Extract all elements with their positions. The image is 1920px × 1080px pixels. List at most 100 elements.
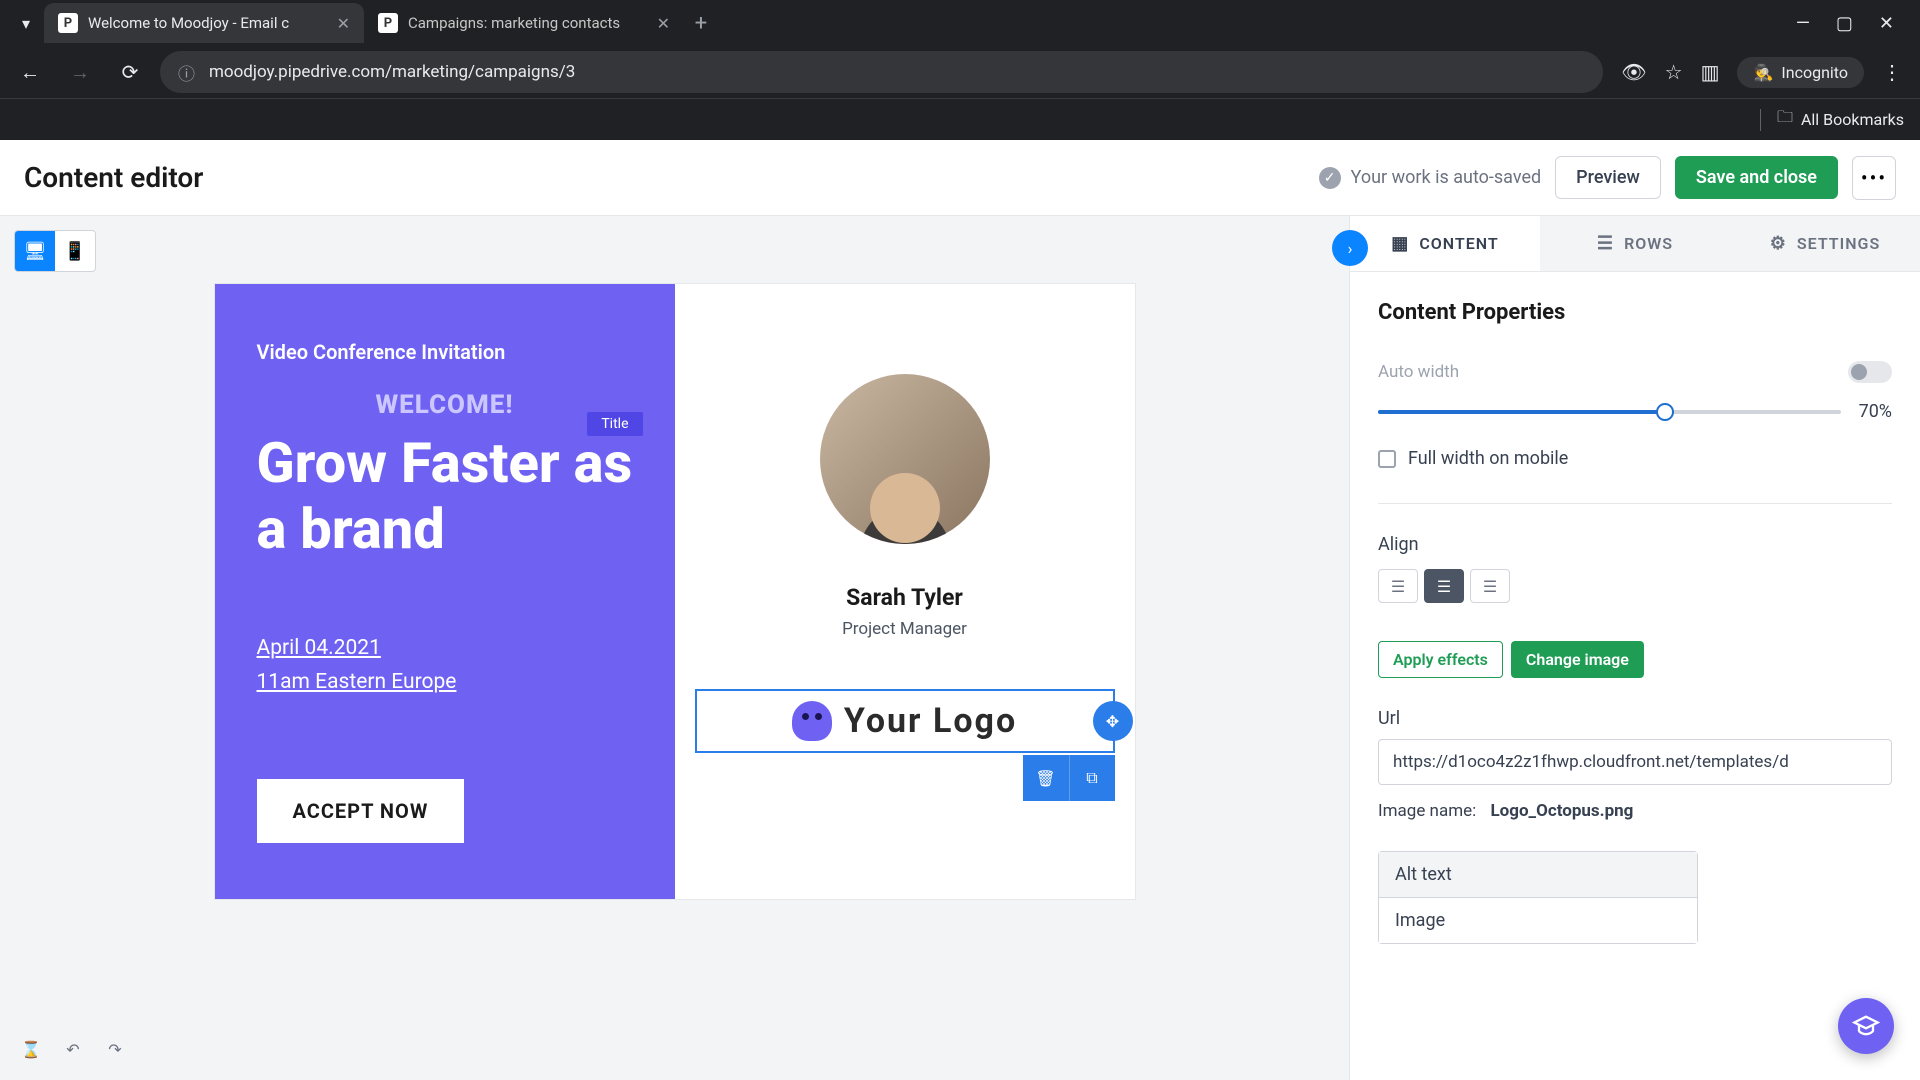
eyebrow-text[interactable]: Video Conference Invitation <box>257 340 633 364</box>
slider-fill <box>1378 410 1665 414</box>
date-text: April 04.2021 <box>257 632 633 666</box>
auto-width-label: Auto width <box>1378 362 1459 382</box>
tab-settings[interactable]: ⚙ SETTINGS <box>1730 216 1920 271</box>
autosave-status: ✓ Your work is auto-saved <box>1319 167 1542 189</box>
check-icon: ✓ <box>1319 167 1341 189</box>
site-info-icon[interactable]: ⓘ <box>178 60 195 85</box>
delete-block-button[interactable]: 🗑 <box>1023 755 1069 801</box>
alt-text-tab[interactable]: Alt text <box>1379 852 1697 898</box>
addr-right: 👁 ☆ ▥ 🕵 Incognito ⋮ <box>1613 57 1910 88</box>
eye-off-icon[interactable]: 👁 <box>1621 60 1646 84</box>
redo-button[interactable]: ↷ <box>98 1032 132 1066</box>
align-label: Align <box>1378 534 1892 555</box>
close-window-icon[interactable]: ✕ <box>1879 13 1894 34</box>
help-fab[interactable] <box>1838 998 1894 1054</box>
autosave-text: Your work is auto-saved <box>1351 167 1542 188</box>
email-template[interactable]: Video Conference Invitation WELCOME! Tit… <box>215 284 1135 899</box>
window-controls: — ▢ ✕ <box>1796 13 1912 34</box>
align-right-button[interactable]: ☰ <box>1470 569 1510 603</box>
logo-text: Your Logo <box>844 701 1017 741</box>
minimize-icon[interactable]: — <box>1796 13 1810 34</box>
auto-width-toggle[interactable] <box>1848 361 1892 383</box>
tab-title: Welcome to Moodjoy - Email c <box>88 14 327 32</box>
forward-button[interactable]: → <box>60 52 100 92</box>
headline-block[interactable]: Title Grow Faster as a brand <box>257 430 633 562</box>
properties-panel: › ▦ CONTENT ☰ ROWS ⚙ SETTINGS Content Pr… <box>1350 216 1920 1080</box>
tab-rows[interactable]: ☰ ROWS <box>1540 216 1730 271</box>
tab-content-label: CONTENT <box>1419 234 1498 253</box>
more-menu-button[interactable]: ••• <box>1852 156 1896 200</box>
panel-heading: Content Properties <box>1378 300 1892 325</box>
star-icon[interactable]: ☆ <box>1665 60 1683 84</box>
tab-settings-label: SETTINGS <box>1797 234 1880 253</box>
favicon: P <box>58 13 78 33</box>
block-actions: 🗑 ⧉ <box>1023 755 1115 801</box>
graduation-cap-icon <box>1852 1012 1880 1040</box>
save-and-close-button[interactable]: Save and close <box>1675 156 1838 199</box>
tab-search-dropdown[interactable]: ▾ <box>8 5 44 41</box>
browser-chrome: ▾ P Welcome to Moodjoy - Email c ✕ P Cam… <box>0 0 1920 140</box>
change-image-button[interactable]: Change image <box>1511 641 1644 678</box>
full-width-mobile-row[interactable]: Full width on mobile <box>1378 448 1892 469</box>
copy-icon: ⧉ <box>1086 768 1097 788</box>
align-left-button[interactable]: ☰ <box>1378 569 1418 603</box>
align-center-button[interactable]: ☰ <box>1424 569 1464 603</box>
incognito-label: Incognito <box>1781 63 1848 82</box>
incognito-icon: 🕵 <box>1753 63 1773 82</box>
address-bar: ← → ⟳ ⓘ moodjoy.pipedrive.com/marketing/… <box>0 46 1920 98</box>
settings-icon: ⚙ <box>1770 233 1787 254</box>
desktop-view-button[interactable]: 🖥 <box>15 231 55 271</box>
url-text: moodjoy.pipedrive.com/marketing/campaign… <box>209 62 575 82</box>
image-actions: Apply effects Change image <box>1378 641 1892 678</box>
accept-now-button[interactable]: ACCEPT NOW <box>257 779 465 843</box>
image-name-row: Image name: Logo_Octopus.png <box>1378 801 1892 821</box>
side-panel-icon[interactable]: ▥ <box>1701 60 1720 84</box>
close-icon[interactable]: ✕ <box>337 14 350 33</box>
tab-content[interactable]: ▦ CONTENT <box>1350 216 1540 271</box>
maximize-icon[interactable]: ▢ <box>1836 13 1853 34</box>
mobile-view-button[interactable]: 📱 <box>55 231 95 271</box>
all-bookmarks-button[interactable]: 🗀 All Bookmarks <box>1777 106 1904 133</box>
browser-tab[interactable]: P Campaigns: marketing contacts ✕ <box>364 3 684 43</box>
reload-button[interactable]: ⟳ <box>110 52 150 92</box>
width-slider[interactable] <box>1378 410 1841 414</box>
history-button[interactable]: ⌛ <box>14 1032 48 1066</box>
canvas-area: 🖥 📱 Video Conference Invitation WELCOME!… <box>0 216 1350 1080</box>
preview-button[interactable]: Preview <box>1555 156 1661 199</box>
logo-block-selected[interactable]: Your Logo ✥ 🗑 ⧉ <box>695 689 1115 753</box>
person-name[interactable]: Sarah Tyler <box>846 584 963 611</box>
checkbox[interactable] <box>1378 450 1396 468</box>
panel-tabs: ▦ CONTENT ☰ ROWS ⚙ SETTINGS <box>1350 216 1920 272</box>
browser-menu-icon[interactable]: ⋮ <box>1882 60 1902 84</box>
back-button[interactable]: ← <box>10 52 50 92</box>
url-input[interactable] <box>1378 739 1892 785</box>
main: 🖥 📱 Video Conference Invitation WELCOME!… <box>0 216 1920 1080</box>
browser-tab-active[interactable]: P Welcome to Moodjoy - Email c ✕ <box>44 3 364 43</box>
welcome-text[interactable]: WELCOME! <box>257 390 633 420</box>
app-bar: Content editor ✓ Your work is auto-saved… <box>0 140 1920 216</box>
full-width-mobile-label: Full width on mobile <box>1408 448 1568 469</box>
datetime-block[interactable]: April 04.2021 11am Eastern Europe <box>257 632 633 699</box>
align-center-icon: ☰ <box>1437 577 1451 596</box>
trash-icon: 🗑 <box>1035 769 1055 788</box>
undo-button[interactable]: ↶ <box>56 1032 90 1066</box>
alt-text-input[interactable] <box>1379 898 1697 943</box>
width-slider-row: 70% <box>1378 401 1892 422</box>
time-text: 11am Eastern Europe <box>257 666 633 700</box>
tab-bar: ▾ P Welcome to Moodjoy - Email c ✕ P Cam… <box>0 0 1920 46</box>
collapse-panel-button[interactable]: › <box>1332 230 1368 266</box>
close-icon[interactable]: ✕ <box>657 14 670 33</box>
duplicate-block-button[interactable]: ⧉ <box>1069 755 1115 801</box>
incognito-badge[interactable]: 🕵 Incognito <box>1737 57 1864 88</box>
person-role[interactable]: Project Manager <box>842 619 967 639</box>
new-tab-button[interactable]: + <box>684 6 718 40</box>
url-field[interactable]: ⓘ moodjoy.pipedrive.com/marketing/campai… <box>160 51 1603 93</box>
grid-icon: ▦ <box>1391 233 1409 254</box>
apply-effects-button[interactable]: Apply effects <box>1378 641 1503 678</box>
all-bookmarks-label: All Bookmarks <box>1801 110 1904 129</box>
slider-thumb[interactable] <box>1656 403 1674 421</box>
page-title: Content editor <box>24 161 203 194</box>
rows-icon: ☰ <box>1597 233 1614 254</box>
avatar[interactable] <box>820 374 990 544</box>
move-icon[interactable]: ✥ <box>1093 701 1133 741</box>
